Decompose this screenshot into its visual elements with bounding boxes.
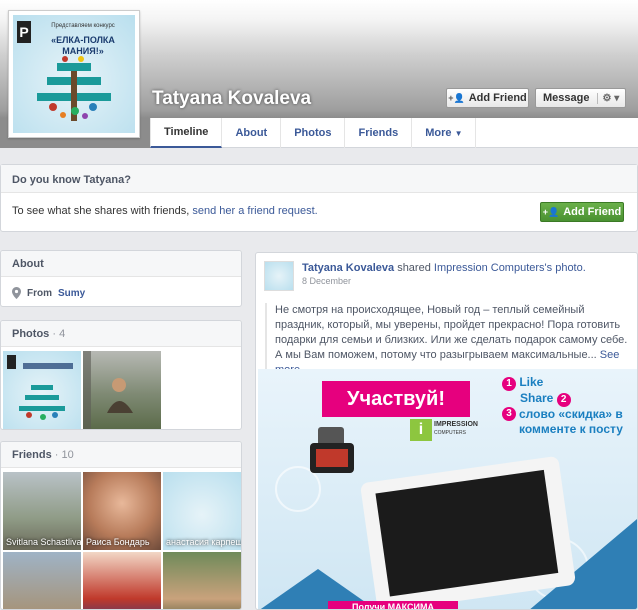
- post-author-link[interactable]: Tatyana Kovaleva: [302, 262, 394, 274]
- timeline-post: Tatyana Kovaleva shared Impression Compu…: [255, 252, 638, 610]
- tab-timeline[interactable]: Timeline: [150, 118, 223, 148]
- step-text-3: слово «скидка» в комменте к посту: [519, 407, 623, 436]
- post-body-text: Не смотря на происходящее, Новый год – т…: [275, 304, 628, 361]
- tab-about[interactable]: About: [222, 118, 282, 148]
- step-text-2: Share: [520, 391, 554, 405]
- friend-tile[interactable]: [83, 552, 161, 609]
- post-date[interactable]: 8 December: [302, 276, 586, 286]
- add-friend-button[interactable]: +👤 Add Friend: [446, 88, 529, 108]
- tab-friends[interactable]: Friends: [345, 118, 413, 148]
- promo-step: 1 Like: [502, 375, 632, 391]
- profile-name[interactable]: Tatyana Kovaleva: [152, 88, 311, 110]
- about-card: About From Sumy: [0, 250, 242, 307]
- post-source-link[interactable]: Impression Computers: [434, 262, 545, 274]
- friend-tile[interactable]: Раиса Бондарь: [83, 472, 161, 550]
- shelf-tree-thumbnail: [7, 355, 73, 420]
- step-number-3: 3: [502, 407, 516, 421]
- prompt-title: Do you know Tatyana?: [1, 165, 637, 193]
- tab-more[interactable]: More ▼: [412, 118, 477, 148]
- promo-bottom-banner: Получи МАКСИМА: [328, 601, 458, 609]
- shared-photo[interactable]: Участвуй! i IMPRESSION COMPUTERS 1 Like …: [258, 369, 637, 609]
- info-icon: i: [410, 419, 432, 441]
- post-body: Не смотря на происходящее, Новый год – т…: [265, 303, 631, 378]
- photos-title[interactable]: Photos: [12, 328, 49, 340]
- step-number-2: 2: [556, 393, 571, 407]
- promo-steps: 1 Like Share 2 3 слово «скидка» в коммен…: [502, 375, 632, 437]
- post-author-avatar[interactable]: [264, 261, 294, 291]
- friend-name[interactable]: анастасия карпеш: [166, 537, 241, 547]
- photo-thumbnail[interactable]: [3, 351, 81, 429]
- add-friend-icon: +👤: [448, 92, 465, 103]
- friend-tile[interactable]: Svitlana Schastliva: [3, 472, 81, 550]
- post-object-link[interactable]: 's photo.: [545, 262, 586, 274]
- shelf-tree-illustration: [37, 56, 111, 121]
- gear-icon[interactable]: ⚙ ▾: [597, 92, 619, 104]
- location-pin-icon: [12, 287, 21, 299]
- add-friend-green-button[interactable]: +👤 Add Friend: [540, 202, 624, 222]
- about-title[interactable]: About: [1, 251, 241, 277]
- step-number-1: 1: [502, 377, 516, 391]
- tab-more-label: More: [425, 127, 452, 139]
- friend-name[interactable]: Svitlana Schastliva: [6, 537, 81, 547]
- step-text-1: Like: [519, 375, 544, 389]
- message-label: Message: [543, 92, 590, 104]
- friends-title[interactable]: Friends: [12, 449, 52, 461]
- friend-tile[interactable]: [163, 552, 241, 609]
- person-outdoor-photo: [83, 351, 133, 429]
- message-button[interactable]: Message ⚙ ▾: [535, 88, 626, 108]
- from-label: From: [27, 287, 52, 299]
- promo-step: 3 слово «скидка» в комменте к посту: [502, 407, 632, 437]
- profile-picture[interactable]: P Представляем конкурс «ЕЛКА-ПОЛКА МАНИЯ…: [8, 10, 140, 138]
- hometown-link[interactable]: Sumy: [58, 288, 85, 299]
- friend-tile[interactable]: анастасия карпеш: [163, 472, 241, 550]
- add-friend-icon: +👤: [542, 206, 560, 217]
- friend-tile[interactable]: [3, 552, 81, 609]
- promo-step: Share 2: [520, 391, 632, 407]
- friends-card: Friends · 10 Svitlana Schastliva Раиса Б…: [0, 441, 242, 610]
- prompt-text: To see what she shares with friends,: [12, 205, 190, 217]
- brand-name: IMPRESSION: [434, 421, 478, 428]
- photos-card: Photos · 4: [0, 320, 242, 430]
- brand-subtitle: COMPUTERS: [434, 430, 466, 436]
- tab-photos[interactable]: Photos: [281, 118, 346, 148]
- photos-count: · 4: [52, 328, 66, 340]
- friend-request-prompt: Do you know Tatyana? To see what she sha…: [0, 164, 638, 232]
- profile-tabs: Timeline About Photos Friends More ▼: [150, 118, 477, 148]
- add-friend-green-label: Add Friend: [563, 206, 622, 218]
- promo-headline: Участвуй!: [322, 381, 470, 417]
- caret-down-icon: ▼: [454, 128, 463, 138]
- photo-thumbnail[interactable]: [83, 351, 161, 429]
- post-action-text: shared: [397, 262, 431, 274]
- add-friend-label: Add Friend: [468, 92, 527, 104]
- friend-request-link[interactable]: send her a friend request.: [192, 205, 317, 217]
- friend-name[interactable]: Раиса Бондарь: [86, 537, 150, 547]
- friends-count: · 10: [54, 449, 74, 461]
